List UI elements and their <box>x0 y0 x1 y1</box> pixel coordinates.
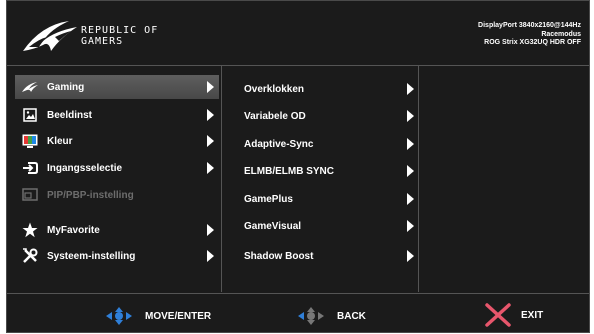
chevron-right-icon <box>207 135 214 147</box>
menu-item-label: Kleur <box>47 135 73 147</box>
close-icon <box>485 303 511 327</box>
rog-logo-icon <box>23 21 77 51</box>
menu-item-kleur[interactable]: Kleur <box>15 129 219 153</box>
input-icon <box>21 159 39 177</box>
image-icon <box>21 106 39 124</box>
star-icon <box>21 221 39 239</box>
back-button[interactable]: BACK <box>297 307 366 325</box>
chevron-right-icon <box>407 165 414 177</box>
menu-item-pip-pbp[interactable]: PIP/PBP-instelling <box>15 183 219 207</box>
brand-name: REPUBLIC OF GAMERS <box>81 25 158 47</box>
brand-line-2: GAMERS <box>81 36 124 47</box>
menu-item-myfavorite[interactable]: MyFavorite <box>15 218 219 242</box>
rog-eye-icon <box>21 78 39 96</box>
current-mode: Racemodus <box>541 30 581 38</box>
submenu-item-label: ELMB/ELMB SYNC <box>244 165 334 177</box>
menu-item-ingangsselectie[interactable]: Ingangsselectie <box>15 156 219 180</box>
submenu-item-shadow-boost[interactable]: Shadow Boost <box>228 246 414 266</box>
submenu-item-elmb[interactable]: ELMB/ELMB SYNC <box>228 161 414 181</box>
input-resolution: DisplayPort 3840x2160@144Hz <box>478 22 581 29</box>
menu-item-systeem-instelling[interactable]: Systeem-instelling <box>15 244 219 268</box>
chevron-right-icon <box>407 250 414 262</box>
chevron-right-icon <box>207 109 214 121</box>
submenu-item-gamevisual[interactable]: GameVisual <box>228 216 414 236</box>
submenu-item-label: Overklokken <box>244 83 305 95</box>
submenu-item-label: GameVisual <box>244 220 302 232</box>
menu-item-label: MyFavorite <box>47 224 100 236</box>
chevron-right-icon <box>407 138 414 150</box>
osd-menu: REPUBLIC OF GAMERS DisplayPort 3840x2160… <box>6 0 590 333</box>
pip-icon <box>21 186 39 204</box>
back-label: BACK <box>337 310 366 322</box>
move-enter-label: MOVE/ENTER <box>145 310 212 322</box>
submenu-item-variabele-od[interactable]: Variabele OD <box>228 106 414 126</box>
move-enter-button[interactable]: MOVE/ENTER <box>105 307 211 325</box>
color-icon <box>21 132 39 150</box>
chevron-right-icon <box>407 220 414 232</box>
main-menu: Gaming Beeldinst Kleur Ingangsselectie P… <box>7 65 222 292</box>
submenu-item-overklokken[interactable]: Overklokken <box>228 79 414 99</box>
chevron-right-icon <box>207 81 214 93</box>
menu-item-beeldinst[interactable]: Beeldinst <box>15 103 219 127</box>
footer-controls: MOVE/ENTER BACK EXIT <box>7 293 589 334</box>
menu-item-label: PIP/PBP-instelling <box>47 189 134 201</box>
header: REPUBLIC OF GAMERS DisplayPort 3840x2160… <box>7 1 589 66</box>
exit-button[interactable]: EXIT <box>485 303 543 327</box>
value-panel <box>419 65 589 292</box>
chevron-right-icon <box>207 250 214 262</box>
joystick-icon <box>106 307 132 325</box>
model-hdr-status: ROG Strix XG32UQ HDR OFF <box>484 39 581 46</box>
status-info: DisplayPort 3840x2160@144Hz Racemodus RO… <box>478 22 581 48</box>
submenu-item-label: Variabele OD <box>244 110 306 122</box>
chevron-right-icon <box>407 83 414 95</box>
chevron-right-icon <box>207 224 214 236</box>
brand-line-1: REPUBLIC OF <box>81 25 159 36</box>
submenu-item-label: Adaptive-Sync <box>244 138 314 150</box>
submenu-item-label: Shadow Boost <box>244 250 314 262</box>
submenu-item-adaptive-sync[interactable]: Adaptive-Sync <box>228 134 414 154</box>
chevron-right-icon <box>207 162 214 174</box>
joystick-left-icon <box>298 307 324 325</box>
menu-item-label: Gaming <box>47 81 85 93</box>
chevron-right-icon <box>407 110 414 122</box>
exit-label: EXIT <box>521 309 544 321</box>
menu-item-label: Beeldinst <box>47 109 93 121</box>
tools-icon <box>21 247 39 265</box>
menu-item-label: Ingangsselectie <box>47 162 123 174</box>
submenu-item-gameplus[interactable]: GamePlus <box>228 189 414 209</box>
chevron-right-icon <box>407 193 414 205</box>
menu-item-label: Systeem-instelling <box>47 250 136 262</box>
menu-item-gaming[interactable]: Gaming <box>15 75 219 99</box>
sub-menu: Overklokken Variabele OD Adaptive-Sync E… <box>222 65 419 292</box>
submenu-item-label: GamePlus <box>244 193 293 205</box>
